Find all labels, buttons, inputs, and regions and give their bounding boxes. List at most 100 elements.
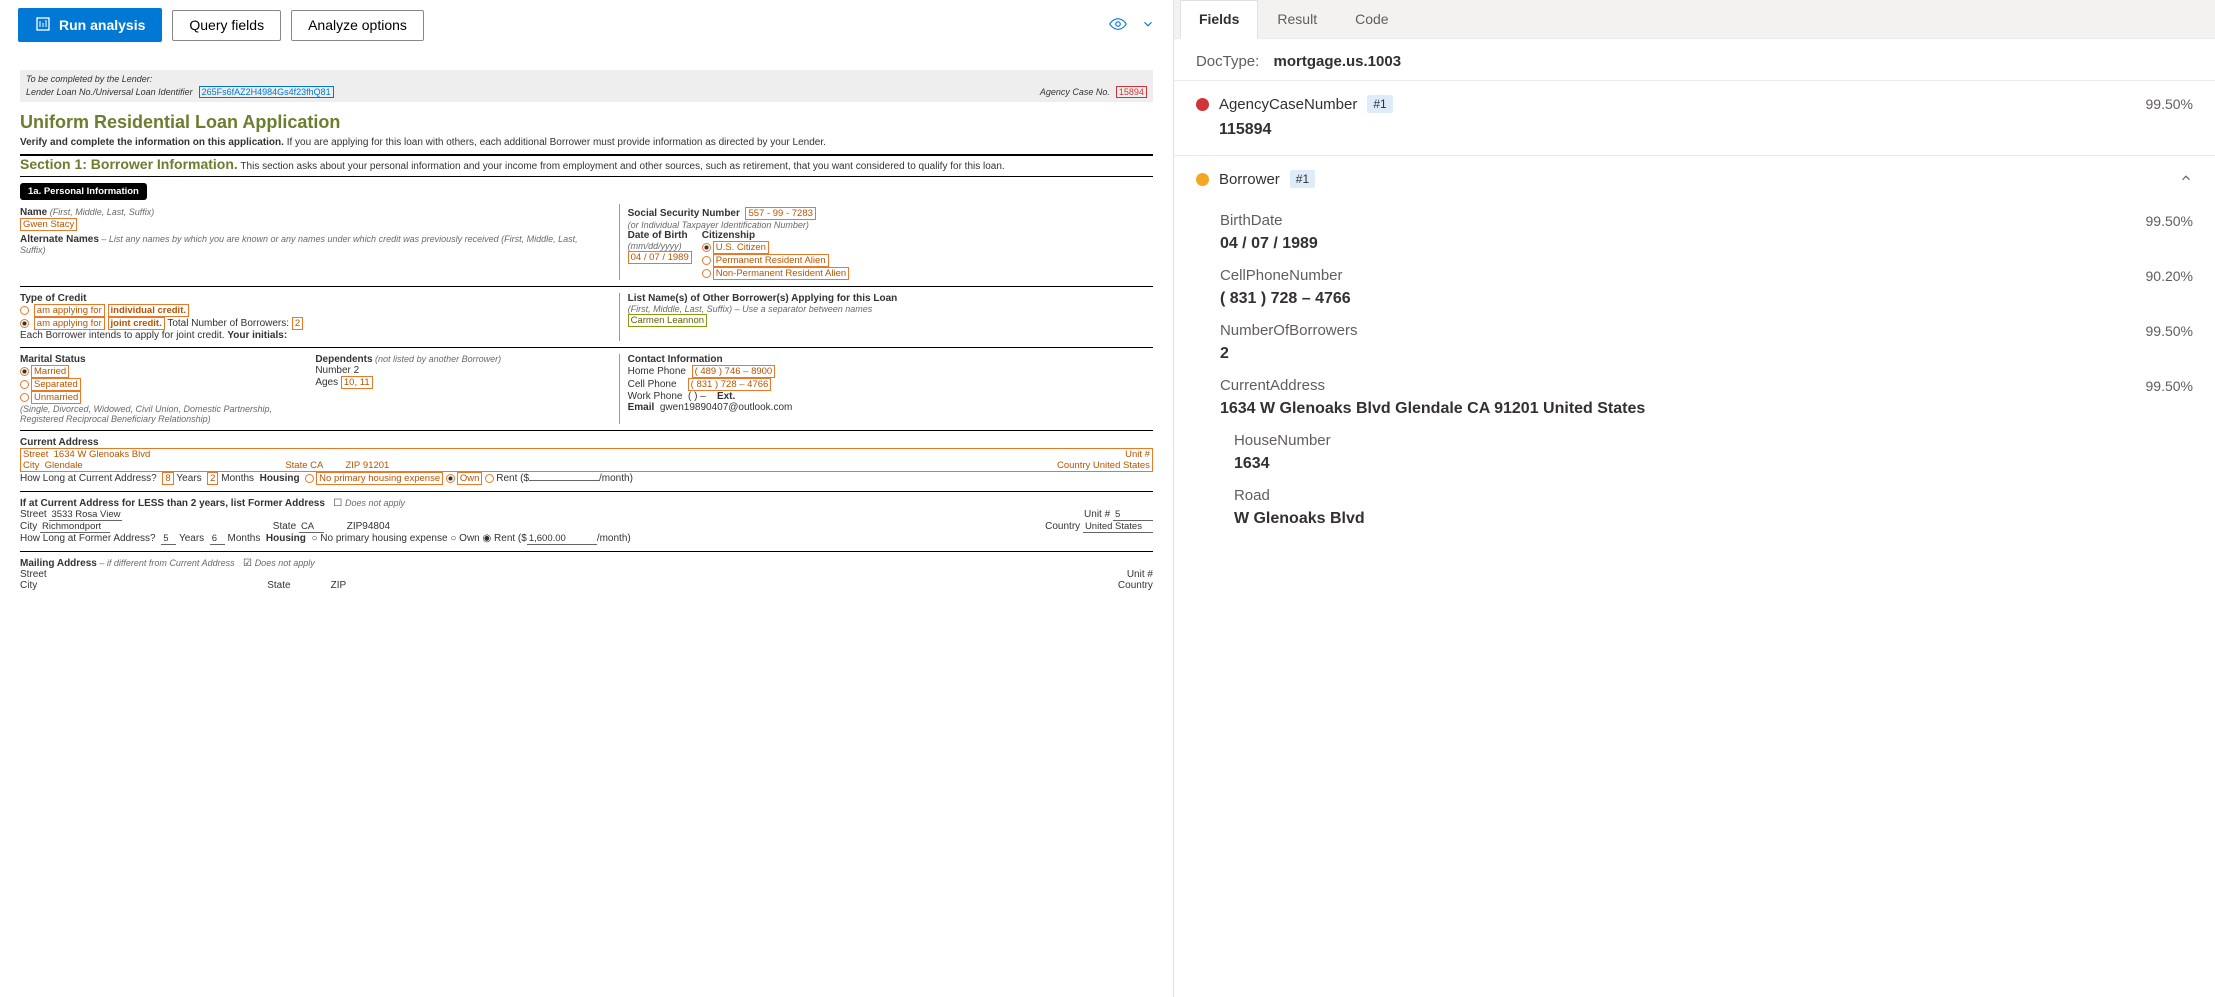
dob-label: Date of Birth [628,230,692,241]
field-value: 115894 [1196,121,2193,139]
query-fields-button[interactable]: Query fields [172,10,281,41]
subfield-cellphone[interactable]: CellPhoneNumber 90.20% ( 831 ) 728 – 4766 [1174,259,2215,314]
home-phone-value: ( 489 ) 746 – 8900 [692,365,776,378]
doctype-row: DocType: mortgage.us.1003 [1174,39,2215,80]
tabs: Fields Result Code [1174,0,2215,39]
chevron-up-icon[interactable] [2179,171,2193,188]
other-borrowers-label: List Name(s) of Other Borrower(s) Applyi… [628,293,1153,304]
subfield-currentaddress[interactable]: CurrentAddress 99.50% 1634 W Glenoaks Blv… [1174,369,2215,424]
radio-icon [702,243,711,252]
radio-icon [305,474,314,483]
doc-title: Uniform Residential Loan Application [20,112,1153,133]
lender-loan-value: 265Fs6fAZ2H4984Gs4f23fhQ81 [199,86,334,98]
type-credit-label: Type of Credit [20,293,601,304]
field-agency[interactable]: AgencyCaseNumber #1 99.50% 115894 [1174,80,2215,155]
cell-phone-value: ( 831 ) 728 – 4766 [688,378,772,391]
tab-result[interactable]: Result [1258,0,1336,38]
run-analysis-button[interactable]: Run analysis [18,8,162,42]
confidence-value: 99.50% [2146,96,2193,112]
confidence-value: 99.50% [2146,323,2193,339]
contact-label: Contact Information [628,354,1153,365]
tab-fields[interactable]: Fields [1180,0,1258,39]
country-value: United States [1093,460,1150,471]
index-badge: #1 [1290,170,1315,188]
lender-loan-label: Lender Loan No./Universal Loan Identifie… [26,87,193,97]
agency-value: 15894 [1116,86,1147,98]
lender-bar: To be completed by the Lender: Lender Lo… [20,70,1153,102]
field-borrower[interactable]: Borrower #1 [1174,155,2215,204]
subfield-value: 04 / 07 / 1989 [1220,235,2193,253]
subfield-value: ( 831 ) 728 – 4766 [1220,290,2193,308]
nonperm-resident: Non-Permanent Resident Alien [713,267,849,280]
subfield-birthdate[interactable]: BirthDate99.50% 04 / 07 / 1989 [1174,204,2215,259]
dependents-number: Number 2 [315,365,600,376]
analyze-options-button[interactable]: Analyze options [291,10,424,41]
confidence-value: 99.50% [2146,378,2193,394]
subfield-name: Road [1234,487,1270,504]
radio-icon [702,256,711,265]
section1-title: Section 1: Borrower Information. [20,156,238,172]
radio-icon [702,269,711,278]
field-name: AgencyCaseNumber [1219,96,1357,113]
former-city: Richmondport [40,521,110,533]
married: Married [31,365,69,378]
name-label: Name [20,207,47,218]
subfield-numborrowers[interactable]: NumberOfBorrowers99.50% 2 [1174,314,2215,369]
state-value: CA [310,460,323,471]
lender-line1: To be completed by the Lender: [26,74,1147,84]
dependents-label: Dependents [315,354,372,365]
radio-icon [20,319,29,328]
altnames-label: Alternate Names [20,234,99,245]
right-panel: Fields Result Code DocType: mortgage.us.… [1174,0,2215,997]
doctype-value: mortgage.us.1003 [1273,53,1401,70]
mailing-label: Mailing Address [20,558,97,569]
status-dot-icon [1196,173,1209,186]
results-scroll[interactable]: DocType: mortgage.us.1003 AgencyCaseNumb… [1174,39,2215,997]
eye-icon[interactable] [1109,15,1127,36]
radio-icon [485,474,494,483]
subfield-value: 2 [1220,345,2193,363]
status-dot-icon [1196,98,1209,111]
analysis-icon [35,16,51,35]
instructions: Verify and complete the information on t… [20,137,1153,156]
radio-icon [20,306,29,315]
subfield-value: 1634 [1234,455,2193,473]
tab-1a: 1a. Personal Information [20,183,147,200]
perm-resident: Permanent Resident Alien [713,254,829,267]
section1-text: This section asks about your personal in… [240,161,1004,172]
marital-label: Marital Status [20,354,305,365]
ssn-label: Social Security Number [628,208,740,219]
ssn-value: 557 - 99 - 7283 [745,207,815,220]
subfield-name: CurrentAddress [1220,377,1325,394]
subfield-road[interactable]: Road W Glenoaks Blvd [1174,479,2215,534]
subfield-value: W Glenoaks Blvd [1234,510,2193,528]
former-address-label: If at Current Address for LESS than 2 ye… [20,498,325,509]
joint-credit: joint credit. [108,317,165,330]
document-preview[interactable]: To be completed by the Lender: Lender Lo… [0,50,1173,997]
unmarried: Unmarried [31,391,81,404]
radio-icon [20,380,29,389]
agency-label: Agency Case No. [1040,87,1110,97]
other-borrower-value: Carmen Leannon [628,314,707,327]
dob-value: 04 / 07 / 1989 [628,251,692,264]
separated: Separated [31,378,81,391]
index-badge: #1 [1367,95,1392,113]
num-borrowers-value: 2 [292,317,303,330]
subfield-name: CellPhoneNumber [1220,267,1343,284]
current-address-label: Current Address [20,437,1153,448]
dependents-ages: 10, 11 [341,376,373,389]
city-value: Glendale [45,460,83,471]
radio-icon [446,474,455,483]
former-street: 3533 Rosa View [49,509,122,521]
confidence-value: 90.20% [2146,268,2193,284]
subfield-housenumber[interactable]: HouseNumber 1634 [1174,424,2215,479]
zip-value: 91201 [363,460,389,471]
left-panel: Run analysis Query fields Analyze option… [0,0,1174,997]
chevron-down-icon[interactable] [1141,17,1155,34]
subfield-value: 1634 W Glenoaks Blvd Glendale CA 91201 U… [1220,400,2193,418]
tab-code[interactable]: Code [1336,0,1407,38]
run-analysis-label: Run analysis [59,17,145,33]
radio-icon [20,367,29,376]
individual-credit: individual credit. [108,304,190,317]
street-value: 1634 W Glenoaks Blvd [54,449,151,460]
